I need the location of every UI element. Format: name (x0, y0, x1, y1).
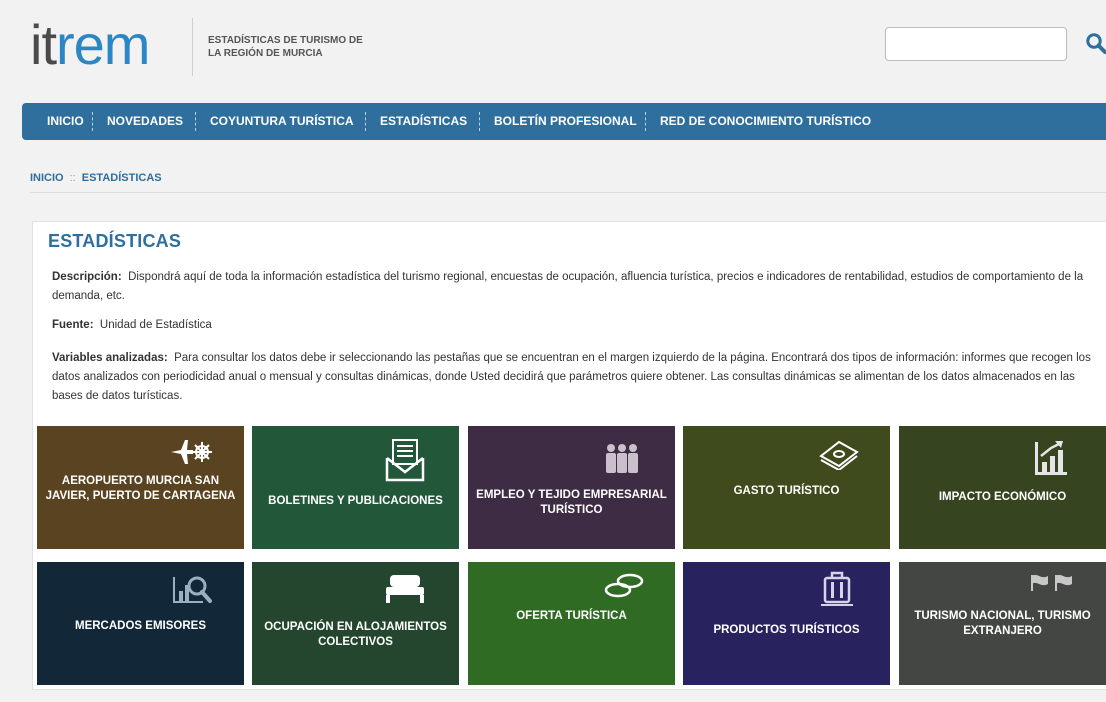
nav-item-coyuntura-turistica[interactable]: COYUNTURA TURÍSTICA (210, 103, 354, 140)
nav-separator (645, 112, 646, 131)
tile-label: TURISMO NACIONAL, TURISMO EXTRANJERO (914, 610, 1091, 637)
fuente-label: Fuente: (52, 319, 94, 331)
search-input[interactable] (885, 27, 1067, 61)
tile-mercados-emisores[interactable]: MERCADOS EMISORES (37, 562, 244, 685)
plane-ship-wheel-icon (171, 440, 212, 464)
tile-ocupacion-alojamientos[interactable]: OCUPACIÓN EN ALOJAMIENTOS COLECTIVOS (252, 562, 459, 685)
breadcrumb-current[interactable]: ESTADÍSTICAS (82, 172, 162, 184)
chart-magnifier-icon (173, 576, 212, 603)
flags-icon (1031, 574, 1072, 591)
header: itrem ESTADÍSTICAS DE TURISMO DE LA REGI… (0, 0, 1106, 100)
descripcion-text: Dispondrá aquí de toda la información es… (52, 271, 1084, 302)
variables-label: Variables analizadas: (52, 352, 168, 364)
bed-icon (386, 575, 424, 603)
page: itrem ESTADÍSTICAS DE TURISMO DE LA REGI… (0, 0, 1106, 702)
tile-label: MERCADOS EMISORES (75, 620, 206, 632)
tile-label: IMPACTO ECONÓMICO (938, 491, 1067, 503)
tile-boletines-publicaciones[interactable]: BOLETINES Y PUBLICACIONES (252, 426, 459, 549)
logo-it: it (30, 13, 57, 76)
variables-paragraph: Variables analizadas: Para consultar los… (52, 349, 1092, 406)
tagline-line-1: ESTADÍSTICAS DE TURISMO DE (208, 35, 363, 46)
logo-rem: rem (56, 13, 150, 76)
nav-item-boletin-profesional[interactable]: BOLETÍN PROFESIONAL (494, 103, 637, 140)
tile-label: EMPLEO Y TEJIDO EMPRESARIAL TURÍSTICO (476, 489, 667, 516)
tile-label: AEROPUERTO MURCIA SAN JAVIER, PUERTO DE … (45, 475, 236, 502)
tile-oferta-turistica[interactable]: OFERTA TURÍSTICA (468, 562, 675, 685)
tile-label: GASTO TURÍSTICO (733, 485, 840, 497)
tile-label: BOLETINES Y PUBLICACIONES (268, 495, 443, 507)
tile-productos-turisticos[interactable]: PRODUCTOS TURÍSTICOS (683, 562, 890, 685)
nav-separator (479, 112, 480, 131)
tile-label: OFERTA TURÍSTICA (516, 610, 627, 622)
nav-item-inicio[interactable]: INICIO (47, 103, 84, 140)
main-nav: INICIO NOVEDADES COYUNTURA TURÍSTICA EST… (22, 103, 1106, 140)
tile-impacto-economico[interactable]: IMPACTO ECONÓMICO (899, 426, 1106, 549)
nav-separator (92, 112, 93, 131)
tile-label: OCUPACIÓN EN ALOJAMIENTOS COLECTIVOS (264, 621, 447, 648)
breadcrumb-home[interactable]: INICIO (30, 172, 64, 184)
breadcrumb-divider (30, 192, 1106, 193)
itrem-logo[interactable]: itrem (30, 12, 150, 78)
nav-item-red-conocimiento[interactable]: RED DE CONOCIMIENTO TURÍSTICO (660, 103, 871, 140)
breadcrumb: INICIO:: ESTADÍSTICAS (30, 172, 162, 184)
people-group-icon (606, 444, 638, 473)
money-stack-icon (819, 440, 859, 470)
tile-aeropuerto-puerto[interactable]: AEROPUERTO MURCIA SAN JAVIER, PUERTO DE … (37, 426, 244, 549)
fuente-paragraph: Fuente: Unidad de Estadística (52, 316, 1092, 335)
breadcrumb-separator: :: (69, 172, 76, 184)
nav-separator (365, 112, 366, 131)
envelope-document-icon (385, 439, 425, 482)
tagline-line-2: LA REGIÓN DE MURCIA (208, 48, 323, 59)
nav-item-novedades[interactable]: NOVEDADES (107, 103, 183, 140)
coins-icon (604, 573, 644, 598)
variables-text: Para consultar los datos debe ir selecci… (52, 352, 1091, 402)
tile-gasto-turistico[interactable]: GASTO TURÍSTICO (683, 426, 890, 549)
category-tiles: AEROPUERTO MURCIA SAN JAVIER, PUERTO DE … (37, 426, 1106, 685)
logo-divider (192, 18, 193, 76)
site-tagline: ESTADÍSTICAS DE TURISMO DE LA REGIÓN DE … (208, 34, 408, 60)
growth-chart-icon (1035, 441, 1067, 475)
descripcion-label: Descripción: (52, 271, 122, 283)
tile-turismo-nacional-extranjero[interactable]: TURISMO NACIONAL, TURISMO EXTRANJERO (899, 562, 1106, 685)
page-title: ESTADÍSTICAS (48, 231, 182, 251)
search-icon[interactable] (1085, 32, 1106, 56)
descripcion-paragraph: Descripción: Dispondrá aquí de toda la i… (52, 268, 1092, 306)
nav-separator (195, 112, 196, 131)
fuente-text: Unidad de Estadística (99, 319, 212, 331)
luggage-icon (821, 571, 853, 606)
tile-label: PRODUCTOS TURÍSTICOS (713, 624, 860, 636)
nav-item-estadisticas[interactable]: ESTADÍSTICAS (380, 103, 467, 140)
tile-empleo-tejido[interactable]: EMPLEO Y TEJIDO EMPRESARIAL TURÍSTICO (468, 426, 675, 549)
